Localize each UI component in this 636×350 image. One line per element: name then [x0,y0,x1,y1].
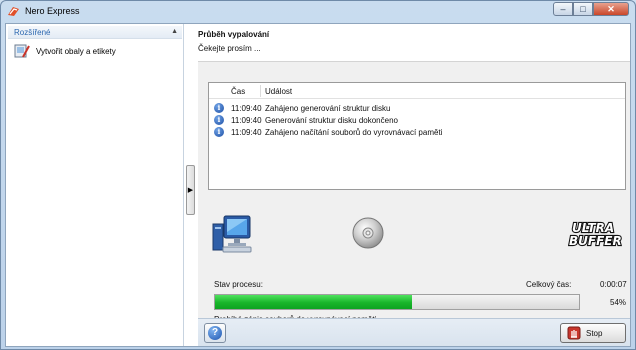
title-bar[interactable]: Nero Express – □ ✕ [1,1,635,21]
ultrabuffer-logo-icon: ULTRA BUFFER [568,220,623,248]
stop-button-label: Stop [586,328,603,338]
main-panel: Průběh vypalování Čekejte prosím ... Čas… [198,24,630,346]
progress-percent: 54% [610,298,627,307]
info-icon: i [214,103,224,113]
window-controls: – □ ✕ [553,2,629,16]
log-time: 11:09:40 [231,104,262,113]
log-row[interactable]: i 11:09:40 Zahájeno generování struktur … [209,103,625,114]
column-divider [260,85,261,97]
log-header: Čas Událost [209,83,625,99]
sidebar: Rozšířené ▲ Vytvořit obaly a etikety [6,24,184,346]
column-header-event[interactable]: Událost [265,87,292,96]
column-header-time[interactable]: Čas [231,87,245,96]
log-row[interactable]: i 11:09:40 Zahájeno načítání souborů do … [209,127,625,138]
page-header: Průběh vypalování Čekejte prosím ... [198,24,630,62]
progress-bar [214,294,580,310]
collapse-arrow-icon[interactable]: ▲ [171,28,178,35]
event-log[interactable]: Čas Událost i 11:09:40 Zahájeno generová… [208,82,626,190]
sidebar-section-header[interactable]: Rozšířené ▲ [8,26,182,39]
stop-button[interactable]: Stop [560,323,626,343]
total-time-label: Celkový čas: [526,280,572,289]
help-icon: ? [208,326,222,340]
nero-express-window: Nero Express – □ ✕ Rozšířené ▲ Vytvořit … [0,0,636,350]
maximize-button[interactable]: □ [573,2,593,16]
sidebar-section-label: Rozšířené [14,28,51,37]
chevron-right-icon: ▶ [187,187,194,194]
info-icon: i [214,127,224,137]
svg-text:ULTRA: ULTRA [572,221,614,235]
log-row[interactable]: i 11:09:40 Generování struktur disku dok… [209,115,625,126]
info-icon: i [214,115,224,125]
help-button[interactable]: ? [204,323,226,343]
log-event: Zahájeno generování struktur disku [265,104,391,113]
svg-text:BUFFER: BUFFER [569,234,622,248]
computer-icon [212,215,252,253]
sidebar-item-label: Vytvořit obaly a etikety [36,46,116,56]
client-area: Rozšířené ▲ Vytvořit obaly a etikety ▶ P… [5,23,631,347]
progress-fill [215,295,412,309]
status-panel: Stav procesu: Celkový čas: 0:00:07 54% P… [204,270,628,324]
log-time: 11:09:40 [231,116,262,125]
log-event: Zahájeno načítání souborů do vyrovnávací… [265,128,443,137]
log-time: 11:09:40 [231,128,262,137]
nero-logo-icon [8,7,19,16]
panel-toggle-button[interactable]: ▶ [186,165,195,215]
log-event: Generování struktur disku dokončeno [265,116,398,125]
window-title: Nero Express [25,6,80,16]
process-status-label: Stav procesu: [214,280,263,289]
cover-designer-icon [14,44,30,58]
close-button[interactable]: ✕ [593,2,629,16]
minimize-button[interactable]: – [553,2,573,16]
sidebar-item-covers-labels[interactable]: Vytvořit obaly a etikety [14,43,116,59]
page-subtitle: Čekejte prosím ... [198,44,261,53]
page-title: Průběh vypalování [198,30,270,39]
stop-hand-icon [567,326,581,340]
bottom-toolbar: ? Stop [198,318,630,346]
disc-icon [352,217,384,249]
total-time-value: 0:00:07 [600,280,627,289]
